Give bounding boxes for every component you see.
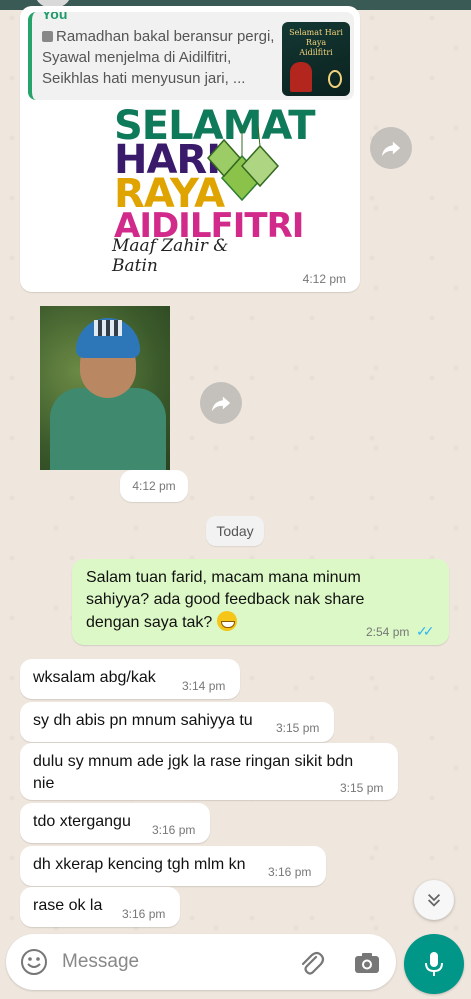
- forward-icon: [381, 141, 401, 157]
- ketupat-icon: [206, 126, 280, 202]
- read-ticks-icon: ✓✓: [416, 623, 435, 639]
- photo-message[interactable]: [40, 306, 170, 470]
- incoming-message-bubble[interactable]: sy dh abis pn mnum sahiyya tu 3:15 pm: [20, 702, 334, 742]
- message-time: 3:16 pm: [268, 865, 312, 879]
- message-time: 3:16 pm: [152, 823, 196, 837]
- image-icon: [42, 31, 53, 42]
- camera-icon[interactable]: [352, 948, 382, 978]
- forwarded-message-bubble[interactable]: You Ramadhan bakal beransur pergi, Syawa…: [20, 6, 360, 292]
- quote-thumbnail: Selamat Hari Raya Aidilfitri: [282, 22, 350, 96]
- forward-icon: [211, 396, 231, 412]
- message-text: tdo xtergangu: [33, 813, 131, 830]
- message-text: Salam tuan farid, macam mana minum sahiy…: [86, 567, 416, 634]
- lantern-shape: [328, 70, 342, 88]
- quote-sender: You: [42, 12, 68, 22]
- photo-helmet-pattern: [94, 320, 122, 336]
- message-time: 3:15 pm: [276, 721, 320, 735]
- message-time: 3:14 pm: [182, 679, 226, 693]
- mic-icon: [425, 952, 443, 976]
- quoted-message[interactable]: You Ramadhan bakal beransur pergi, Syawa…: [28, 12, 354, 100]
- raya-poster-image[interactable]: SELAMAT HARI RAYA AIDILFITRI Maaf Zahir …: [110, 106, 316, 276]
- date-divider: Today: [206, 516, 264, 546]
- message-input[interactable]: [62, 948, 282, 976]
- incoming-message-bubble[interactable]: tdo xtergangu 3:16 pm: [20, 803, 210, 843]
- forward-button[interactable]: [200, 382, 242, 424]
- message-text: wksalam abg/kak: [33, 669, 156, 686]
- forward-button[interactable]: [370, 127, 412, 169]
- incoming-message-bubble[interactable]: dh xkerap kencing tgh mlm kn 3:16 pm: [20, 846, 326, 886]
- voice-record-button[interactable]: [404, 934, 464, 994]
- scroll-to-bottom-button[interactable]: [414, 880, 454, 920]
- outgoing-message-bubble[interactable]: Salam tuan farid, macam mana minum sahiy…: [72, 559, 449, 645]
- message-text: rase ok la: [33, 897, 103, 914]
- incoming-message-bubble[interactable]: rase ok la 3:16 pm: [20, 887, 180, 927]
- figure-shape: [290, 62, 312, 92]
- message-composer: [6, 934, 396, 990]
- message-time: 3:16 pm: [122, 907, 166, 921]
- quote-text: Ramadhan bakal beransur pergi, Syawal me…: [42, 26, 282, 89]
- incoming-message-bubble[interactable]: dulu sy mnum ade jgk la rase ringan siki…: [20, 743, 398, 800]
- message-time: 4:12 pm: [302, 272, 346, 286]
- double-chevron-down-icon: [427, 893, 441, 907]
- photo-shirt: [50, 388, 166, 470]
- emoji-icon[interactable]: [20, 948, 48, 976]
- message-time: 3:15 pm: [340, 781, 384, 795]
- poster-subtitle: Maaf Zahir & Batin: [112, 236, 229, 276]
- menu-icon[interactable]: [451, 0, 459, 8]
- photo-time: 4:12 pm: [120, 470, 188, 502]
- message-text: sy dh abis pn mnum sahiyya tu: [33, 712, 253, 729]
- incoming-message-bubble[interactable]: wksalam abg/kak 3:14 pm: [20, 659, 240, 699]
- message-time: 2:54 pm: [366, 625, 410, 639]
- message-text: dh xkerap kencing tgh mlm kn: [33, 856, 246, 873]
- message-text: dulu sy mnum ade jgk la rase ringan siki…: [33, 753, 354, 792]
- attach-icon[interactable]: [296, 948, 326, 978]
- quote-text-content: Ramadhan bakal beransur pergi, Syawal me…: [42, 28, 275, 87]
- grinning-emoji-icon: [216, 611, 237, 631]
- quote-thumbnail-text: Selamat Hari Raya Aidilfitri: [289, 28, 343, 57]
